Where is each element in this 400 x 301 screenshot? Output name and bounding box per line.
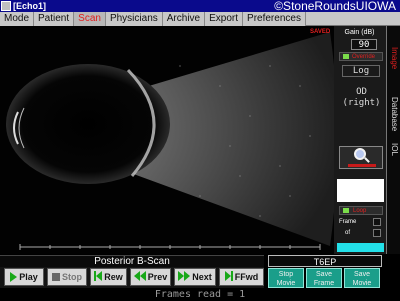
zoom-indicator-bar [348, 164, 376, 167]
stop-movie-line2: Movie [276, 280, 296, 287]
probe-label: T6EP [268, 255, 382, 267]
loop-led-icon [343, 208, 349, 213]
zoom-button[interactable] [339, 146, 383, 169]
loop-label: Loop [353, 207, 367, 214]
magnifier-handle-icon [364, 157, 370, 163]
eye-selector[interactable]: OD (right) [339, 87, 384, 109]
bscan-image [6, 32, 334, 250]
save-movie-line2: Movie [352, 280, 372, 287]
save-movie-button[interactable]: Save Movie [344, 268, 380, 288]
loop-toggle[interactable]: Loop [339, 206, 383, 215]
next-button[interactable]: Next [174, 268, 216, 286]
prev-label: Prev [147, 272, 168, 282]
stop-icon [52, 273, 60, 281]
next-icon [178, 271, 191, 283]
prev-button[interactable]: Prev [130, 268, 171, 286]
window-title: [Echo1] [13, 1, 47, 11]
play-label: Play [19, 272, 38, 282]
save-frame-line1: Save [316, 271, 332, 278]
frame-total-field [373, 229, 381, 237]
of-label: of [345, 230, 351, 236]
rewind-icon [94, 271, 103, 283]
save-frame-button[interactable]: Save Frame [306, 268, 342, 288]
menu-bar: Mode Patient Scan Physicians Archive Exp… [0, 12, 400, 26]
next-label: Next [192, 272, 212, 282]
tab-physicians[interactable]: Physicians [105, 12, 163, 26]
tab-archive[interactable]: Archive [162, 12, 206, 26]
stop-button[interactable]: Stop [47, 268, 87, 286]
tab-patient[interactable]: Patient [34, 12, 75, 26]
window-menu-icon[interactable] [1, 1, 11, 11]
ffwd-label: FFwd [234, 272, 259, 282]
stop-movie-button[interactable]: Stop Movie [268, 268, 304, 288]
scale-select[interactable]: Log [342, 65, 380, 77]
tab-export[interactable]: Export [205, 12, 244, 26]
stop-label: Stop [62, 272, 82, 282]
loop-progress-bar [337, 243, 384, 252]
eye-code: OD [356, 87, 367, 97]
override-label: Override [352, 53, 376, 60]
save-frame-line2: Frame [313, 280, 335, 287]
tab-scan[interactable]: Scan [74, 12, 106, 26]
frame-number-field[interactable] [373, 218, 381, 226]
ffwd-button[interactable]: FFwd [219, 268, 264, 286]
gain-value-field[interactable]: 90 [351, 39, 377, 50]
override-toggle[interactable]: Override [339, 52, 383, 61]
side-tab-iol[interactable]: IOL [387, 138, 400, 160]
watermark-credit: ©StoneRoundsUIOWA [274, 0, 396, 13]
eye-side: (right) [342, 98, 381, 108]
stop-movie-line1: Stop [278, 271, 294, 278]
play-button[interactable]: Play [4, 268, 44, 286]
rew-label: Rew [104, 272, 123, 282]
scan-type-label: Posterior B-Scan [0, 255, 264, 267]
ultrasound-viewer[interactable] [0, 26, 334, 254]
preview-box [337, 179, 384, 202]
ffwd-icon [224, 271, 233, 283]
side-tab-database[interactable]: Database [387, 88, 400, 140]
frame-label: Frame [339, 219, 357, 225]
save-movie-line1: Save [354, 271, 370, 278]
title-bar: [Echo1] ©StoneRoundsUIOWA [0, 0, 400, 12]
side-tab-image[interactable]: Image [387, 30, 400, 86]
override-led-icon [343, 54, 349, 59]
rewind-button[interactable]: Rew [90, 268, 127, 286]
tab-mode[interactable]: Mode [0, 12, 35, 26]
prev-icon [133, 271, 146, 283]
tab-preferences[interactable]: Preferences [243, 12, 306, 26]
play-icon [10, 272, 18, 282]
saved-indicator: SAVED [310, 29, 331, 35]
status-text: Frames read = 1 [0, 288, 400, 301]
gain-label: Gain (dB) [344, 29, 375, 36]
side-tabs: Image Database IOL [386, 26, 400, 254]
